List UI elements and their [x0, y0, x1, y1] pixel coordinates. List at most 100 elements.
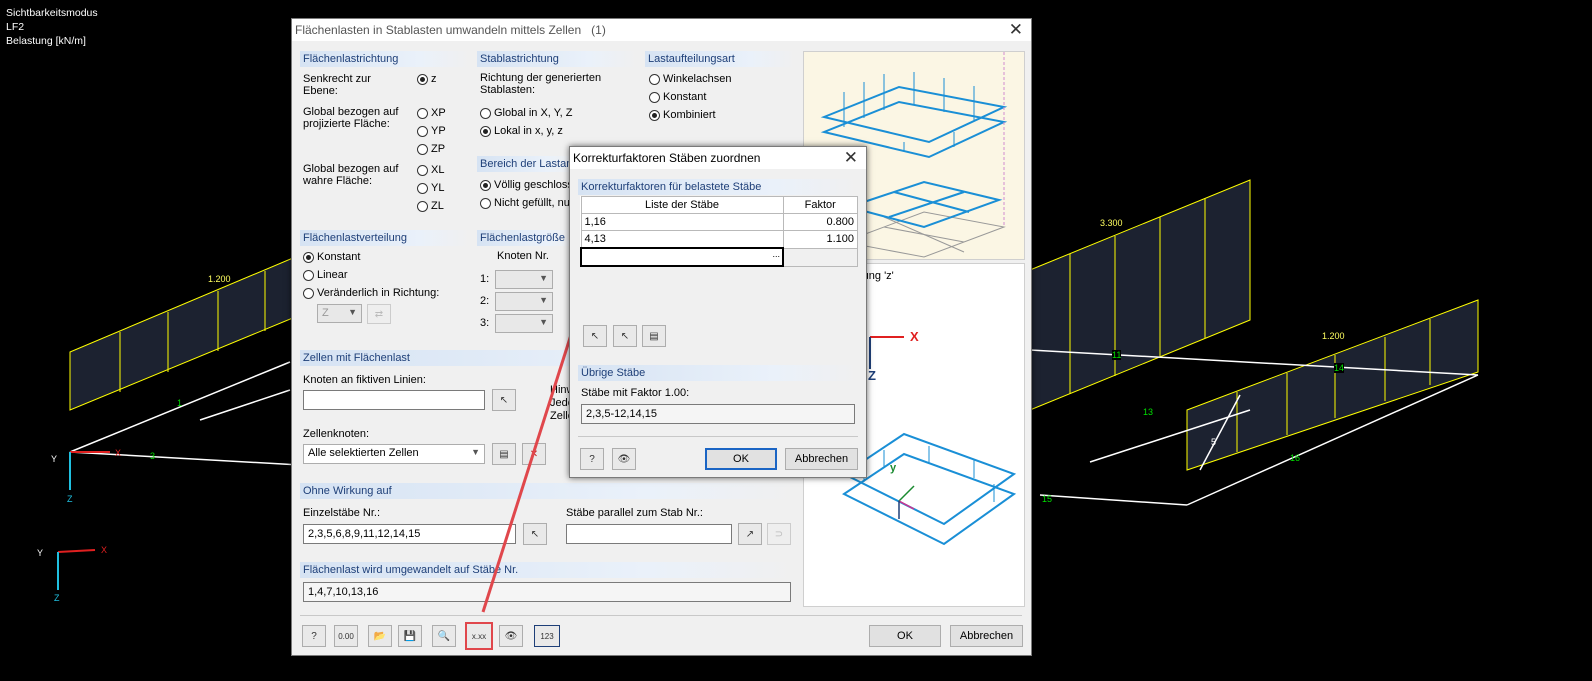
- cell-factor-empty[interactable]: [782, 247, 858, 267]
- cancel-button[interactable]: Abbrechen: [785, 448, 858, 470]
- pick-node-icon[interactable]: ↖: [492, 389, 516, 411]
- pick-members-icon[interactable]: ↖: [523, 523, 547, 545]
- radio-zl[interactable]: ZL: [417, 200, 444, 212]
- pick-parallel-icon[interactable]: ↗: [738, 523, 762, 545]
- edit-cell[interactable]: ...: [580, 247, 784, 267]
- column-header-factor: Faktor: [782, 196, 858, 214]
- radio-global[interactable]: Global in X, Y, Z: [480, 107, 572, 119]
- group-header: Ohne Wirkung auf: [300, 483, 795, 499]
- zellenknoten-select[interactable]: Alle selektierten Zellen ▼: [303, 444, 485, 464]
- visibility-icon[interactable]: 👁: [499, 625, 523, 647]
- radio-zp[interactable]: ZP: [417, 143, 445, 155]
- radio-yl[interactable]: YL: [417, 182, 444, 194]
- cell-factor[interactable]: 0.800: [782, 213, 858, 231]
- delete-cells-icon[interactable]: ✕: [522, 443, 546, 465]
- radio-xp[interactable]: XP: [417, 107, 446, 119]
- radio-verteilung-konstant[interactable]: Konstant: [303, 251, 360, 263]
- radio-konstant[interactable]: Konstant: [649, 91, 706, 103]
- radio-nicht-gefuellt[interactable]: Nicht gefüllt, nu: [480, 197, 570, 209]
- chevron-down-icon: ▼: [471, 447, 480, 457]
- radio-kombiniert[interactable]: Kombiniert: [649, 109, 716, 121]
- radio-xl[interactable]: XL: [417, 164, 444, 176]
- open-icon[interactable]: 📂: [368, 625, 392, 647]
- radio-verteilung-veraenderlich[interactable]: Veränderlich in Richtung:: [303, 287, 439, 299]
- node-label-5: 5: [1211, 437, 1217, 447]
- cell-list[interactable]: 4,13: [580, 230, 784, 249]
- direction-select: Z ▼: [317, 304, 362, 323]
- preview-axis-y: y: [890, 462, 897, 474]
- sub-dialog-title: Korrekturfaktoren Stäben zuordnen: [573, 151, 761, 165]
- axis-z-label: Z: [67, 494, 73, 504]
- group-header: Flächenlastverteilung: [300, 230, 470, 246]
- einzelstaebe-input[interactable]: 2,3,5,6,8,9,11,12,14,15: [303, 524, 516, 544]
- group-ohne-wirkung: Ohne Wirkung auf Einzelstäbe Nr.: 2,3,5,…: [300, 483, 795, 553]
- group-umgewandelt: Flächenlast wird umgewandelt auf Stäbe N…: [300, 562, 795, 604]
- member-label-15: 15: [1042, 494, 1053, 504]
- group-header: Korrekturfaktoren für belastete Stäbe: [578, 179, 858, 195]
- axis-x-label-2: X: [101, 545, 108, 555]
- row-label-2: 2:: [480, 295, 490, 307]
- table-row-edit[interactable]: ...: [580, 247, 858, 267]
- pick-single-icon[interactable]: ↖: [583, 325, 607, 347]
- group-header: Flächenlastgröße: [477, 230, 577, 246]
- radio-winkelachsen[interactable]: Winkelachsen: [649, 73, 731, 85]
- group-flaechenlastverteilung: Flächenlastverteilung Konstant Linear Ve…: [300, 230, 470, 340]
- more-icon[interactable]: ...: [772, 249, 780, 259]
- cell-factor[interactable]: 1.100: [782, 230, 858, 249]
- help-icon[interactable]: ?: [302, 625, 326, 647]
- visibility-icon[interactable]: 👁: [612, 448, 636, 470]
- group-header: Lastaufteilungsart: [645, 51, 795, 67]
- cancel-button[interactable]: Abbrechen: [950, 625, 1023, 647]
- knoten-fiktiv-input[interactable]: [303, 390, 485, 410]
- load-label-left: 1.200: [208, 274, 231, 284]
- axis-z-label-2: Z: [54, 593, 60, 603]
- load-label-right-2: 1.200: [1322, 331, 1345, 341]
- row-label-3: 3:: [480, 317, 490, 329]
- cell-list[interactable]: 1,16: [580, 213, 784, 231]
- group-header: Flächenlastrichtung: [300, 51, 470, 67]
- table-row[interactable]: 1,16 0.800: [580, 213, 858, 231]
- row-label-1: 1:: [480, 273, 490, 285]
- parallel-options-icon: ⊃: [767, 523, 791, 545]
- numbering-icon[interactable]: 123: [534, 625, 560, 647]
- units-icon[interactable]: 0.00: [334, 625, 358, 647]
- pick-list-icon[interactable]: ▤: [642, 325, 666, 347]
- group-header: Bereich der Lastan: [477, 156, 577, 172]
- label-einzelstaebe: Einzelstäbe Nr.:: [303, 507, 381, 519]
- axis-y-label: Y: [51, 454, 58, 464]
- group-header: Stablastrichtung: [477, 51, 637, 67]
- zoom-icon[interactable]: 🔍: [432, 625, 456, 647]
- correction-table: Liste der Stäbe Faktor 1,16 0.800 4,13 1…: [580, 196, 858, 267]
- umgewandelt-output: 1,4,7,10,13,16: [303, 582, 791, 602]
- table-row[interactable]: 4,13 1.100: [580, 230, 858, 249]
- parallel-input[interactable]: [566, 524, 732, 544]
- member-label-13: 13: [1143, 407, 1154, 417]
- label-knoten-fiktiv: Knoten an fiktiven Linien:: [303, 374, 426, 386]
- select-cells-icon[interactable]: ▤: [492, 443, 516, 465]
- group-flaechenlastgroesse: Flächenlastgröße Knoten Nr. 1: 2: 3: ▼ ▼…: [477, 230, 577, 340]
- pick-multi-icon[interactable]: ↖: [613, 325, 637, 347]
- sub-dialog: Korrekturfaktoren Stäben zuordnen ✕ Korr…: [569, 146, 867, 478]
- help-icon[interactable]: ?: [580, 448, 604, 470]
- divider: [578, 436, 858, 437]
- knoten-select-1: ▼: [495, 270, 553, 289]
- close-icon[interactable]: ✕: [1009, 20, 1023, 40]
- member-label-16: 16: [1290, 453, 1301, 463]
- save-icon[interactable]: 💾: [398, 625, 422, 647]
- radio-z[interactable]: z: [417, 73, 437, 85]
- radio-yp[interactable]: YP: [417, 125, 446, 137]
- chevron-down-icon: ▼: [348, 307, 357, 317]
- radio-lokal[interactable]: Lokal in x, y, z: [480, 125, 563, 137]
- close-icon[interactable]: ✕: [844, 148, 858, 168]
- radio-voellig[interactable]: Völlig geschlosse: [480, 179, 579, 191]
- axis-x-label: X: [115, 448, 122, 458]
- radio-verteilung-linear[interactable]: Linear: [303, 269, 348, 281]
- label-knoten-nr: Knoten Nr.: [497, 250, 549, 262]
- ok-button[interactable]: OK: [705, 448, 777, 470]
- ok-button[interactable]: OK: [869, 625, 941, 647]
- knoten-select-2: ▼: [495, 292, 553, 311]
- correction-factors-icon[interactable]: x.xx: [465, 622, 493, 650]
- label-senkrecht: Senkrecht zur Ebene:: [303, 73, 371, 97]
- load-label-right: 3.300: [1100, 218, 1123, 228]
- group-bereich: Bereich der Lastan Völlig geschlosse Nic…: [477, 156, 579, 216]
